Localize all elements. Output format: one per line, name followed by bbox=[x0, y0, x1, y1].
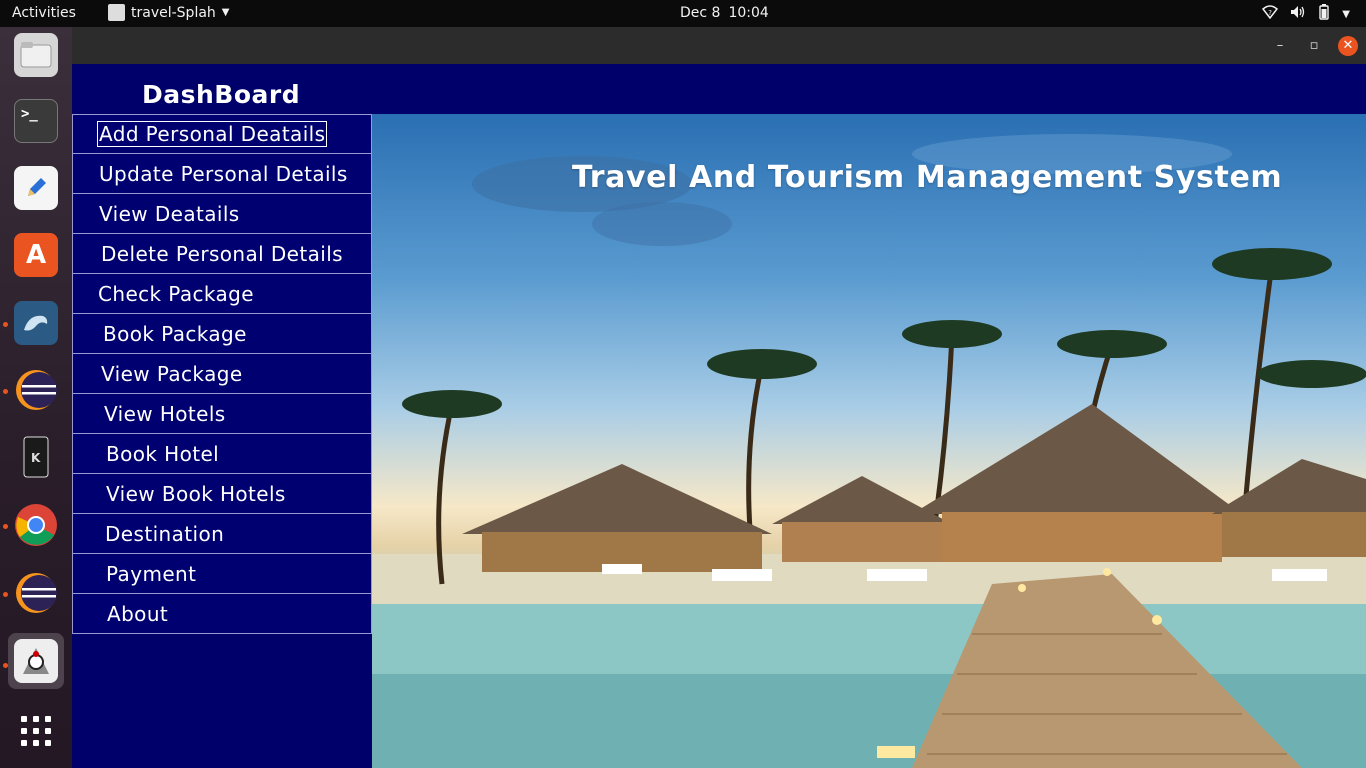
app-window: – ▫ ✕ DashBoard Add Personal Deatails Up… bbox=[72, 27, 1366, 768]
menu-item-label: Book Package bbox=[103, 321, 247, 346]
menu-add-personal-details[interactable]: Add Personal Deatails bbox=[72, 114, 372, 154]
chevron-down-icon: ▼ bbox=[1342, 8, 1350, 20]
dock-mysql-workbench[interactable] bbox=[8, 295, 64, 351]
menu-item-label: Destination bbox=[105, 521, 225, 546]
folder-icon bbox=[14, 33, 58, 77]
menu-item-label: View Book Hotels bbox=[106, 481, 286, 506]
app-menu[interactable]: travel-Splah ▼ bbox=[108, 4, 229, 21]
dock-terminal[interactable]: >_ bbox=[8, 93, 64, 149]
menu-item-label: View Hotels bbox=[104, 401, 226, 426]
main-title: Travel And Tourism Management System bbox=[572, 160, 1283, 195]
battery-icon bbox=[1318, 4, 1330, 24]
minimize-button[interactable]: – bbox=[1270, 36, 1290, 56]
svg-text:?: ? bbox=[1269, 9, 1273, 17]
dock-eclipse[interactable] bbox=[8, 362, 64, 418]
dashboard: DashBoard Add Personal Deatails Update P… bbox=[72, 64, 1366, 768]
dock-text-editor[interactable] bbox=[8, 160, 64, 216]
dock-eclipse-2[interactable] bbox=[8, 565, 64, 621]
phone-icon: K bbox=[14, 435, 58, 479]
menu-item-label: Check Package bbox=[98, 281, 254, 306]
menu-item-label: View Package bbox=[101, 361, 243, 386]
dock-chrome[interactable] bbox=[8, 497, 64, 553]
resort-illustration bbox=[372, 134, 1366, 768]
menu-item-label: About bbox=[107, 601, 169, 626]
dock-software[interactable]: A bbox=[8, 227, 64, 283]
dock-java[interactable] bbox=[8, 633, 64, 689]
menu-item-label: Delete Personal Details bbox=[101, 241, 343, 266]
menu-delete-personal-details[interactable]: Delete Personal Details bbox=[72, 234, 372, 274]
app-menu-label: travel-Splah bbox=[131, 4, 216, 21]
grid-icon bbox=[14, 709, 58, 753]
menu-book-package[interactable]: Book Package bbox=[72, 314, 372, 354]
activities-button[interactable]: Activities bbox=[12, 5, 76, 21]
menu-payment[interactable]: Payment bbox=[72, 554, 372, 594]
dolphin-icon bbox=[14, 301, 58, 345]
clock-time: 10:04 bbox=[728, 5, 769, 21]
store-icon: A bbox=[14, 233, 58, 277]
chevron-down-icon: ▼ bbox=[221, 7, 230, 18]
menu-destination[interactable]: Destination bbox=[72, 514, 372, 554]
chrome-icon bbox=[14, 503, 58, 547]
top-bar: Activities travel-Splah ▼ Dec 8 10:04 ? … bbox=[0, 0, 1366, 27]
menu-view-book-hotels[interactable]: View Book Hotels bbox=[72, 474, 372, 514]
menu-view-details[interactable]: View Deatails bbox=[72, 194, 372, 234]
clock-date: Dec 8 bbox=[680, 5, 721, 21]
menu-view-hotels[interactable]: View Hotels bbox=[72, 394, 372, 434]
dock-files[interactable] bbox=[8, 27, 64, 83]
terminal-icon: >_ bbox=[14, 99, 58, 143]
window-titlebar[interactable]: – ▫ ✕ bbox=[72, 27, 1366, 64]
clock[interactable]: Dec 8 10:04 bbox=[680, 5, 769, 21]
menu-book-hotel[interactable]: Book Hotel bbox=[72, 434, 372, 474]
network-icon: ? bbox=[1262, 5, 1279, 23]
eclipse-icon bbox=[14, 571, 58, 615]
volume-icon bbox=[1290, 5, 1306, 23]
menu-item-label: Add Personal Deatails bbox=[96, 121, 328, 147]
maximize-button[interactable]: ▫ bbox=[1304, 36, 1324, 56]
close-button[interactable]: ✕ bbox=[1338, 36, 1358, 56]
dashboard-title: DashBoard bbox=[142, 80, 301, 109]
menu-view-package[interactable]: View Package bbox=[72, 354, 372, 394]
menu-item-label: Book Hotel bbox=[106, 441, 220, 466]
eclipse-icon bbox=[14, 368, 58, 412]
menu-update-personal-details[interactable]: Update Personal Details bbox=[72, 154, 372, 194]
dashboard-menu: Add Personal Deatails Update Personal De… bbox=[72, 114, 372, 634]
beach-resort-image: Travel And Tourism Management System bbox=[372, 114, 1366, 768]
menu-item-label: Update Personal Details bbox=[99, 161, 348, 186]
system-tray[interactable]: ? ▼ bbox=[1262, 4, 1350, 24]
java-icon bbox=[14, 639, 58, 683]
dock: >_ A K bbox=[0, 27, 72, 768]
svg-text:K: K bbox=[31, 451, 41, 465]
dock-kde-connect[interactable]: K bbox=[8, 429, 64, 485]
java-app-icon bbox=[108, 4, 125, 21]
menu-about[interactable]: About bbox=[72, 594, 372, 634]
show-applications-button[interactable] bbox=[8, 703, 64, 759]
menu-item-label: Payment bbox=[106, 561, 197, 586]
menu-check-package[interactable]: Check Package bbox=[72, 274, 372, 314]
pencil-icon bbox=[14, 166, 58, 210]
menu-item-label: View Deatails bbox=[99, 201, 240, 226]
